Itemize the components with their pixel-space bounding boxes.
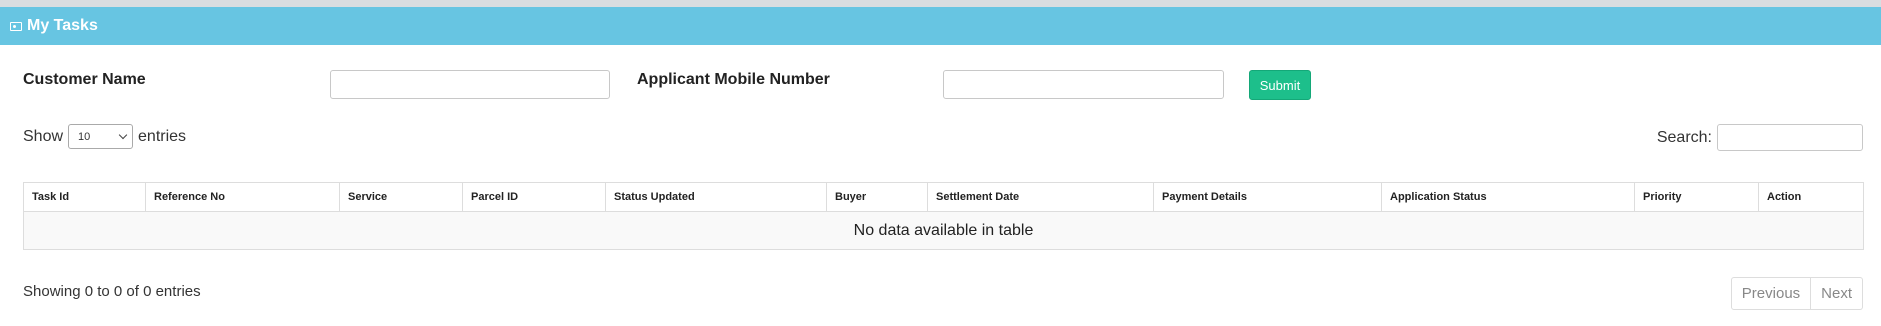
column-header-parcel-id[interactable]: Parcel ID: [462, 182, 606, 212]
chevron-down-icon: [118, 130, 128, 140]
column-header-action[interactable]: Action: [1758, 182, 1864, 212]
customer-name-input[interactable]: [330, 70, 610, 99]
search-label: Search:: [1656, 128, 1712, 146]
search-input[interactable]: [1717, 124, 1863, 151]
page-length-control: Show 10 entries: [23, 124, 186, 149]
table-search: Search:: [1657, 124, 1863, 151]
id-card-icon: [10, 21, 22, 31]
column-header-task-id[interactable]: Task Id: [23, 182, 146, 212]
show-label: Show: [23, 127, 64, 145]
column-header-status-updated[interactable]: Status Updated: [605, 182, 827, 212]
submit-button[interactable]: Submit: [1249, 70, 1311, 100]
page-length-value: 10: [78, 130, 91, 143]
table-info: Showing 0 to 0 of 0 entries: [23, 283, 201, 300]
mobile-number-input[interactable]: [943, 70, 1224, 99]
column-header-settlement-date[interactable]: Settlement Date: [927, 182, 1154, 212]
mobile-number-label: Applicant Mobile Number: [637, 71, 830, 88]
top-border: [0, 0, 1881, 7]
entries-label: entries: [138, 127, 187, 145]
table-header-row: Task Id Reference No Service Parcel ID S…: [23, 182, 1864, 212]
column-header-priority[interactable]: Priority: [1634, 182, 1759, 212]
table-row: No data available in table: [23, 211, 1864, 250]
next-button[interactable]: Next: [1811, 277, 1863, 310]
empty-table-message: No data available in table: [23, 211, 1864, 250]
panel-title: My Tasks: [27, 17, 98, 34]
previous-button[interactable]: Previous: [1730, 277, 1812, 310]
customer-name-label: Customer Name: [23, 71, 146, 88]
column-header-reference-no[interactable]: Reference No: [145, 182, 340, 212]
page-length-select[interactable]: 10: [68, 124, 134, 149]
column-header-application-status[interactable]: Application Status: [1381, 182, 1635, 212]
panel-header: My Tasks: [0, 7, 1881, 45]
tasks-table: Task Id Reference No Service Parcel ID S…: [23, 182, 1864, 250]
pagination: Previous Next: [1730, 277, 1863, 310]
column-header-service[interactable]: Service: [339, 182, 463, 212]
column-header-payment-details[interactable]: Payment Details: [1153, 182, 1382, 212]
column-header-buyer[interactable]: Buyer: [826, 182, 928, 212]
